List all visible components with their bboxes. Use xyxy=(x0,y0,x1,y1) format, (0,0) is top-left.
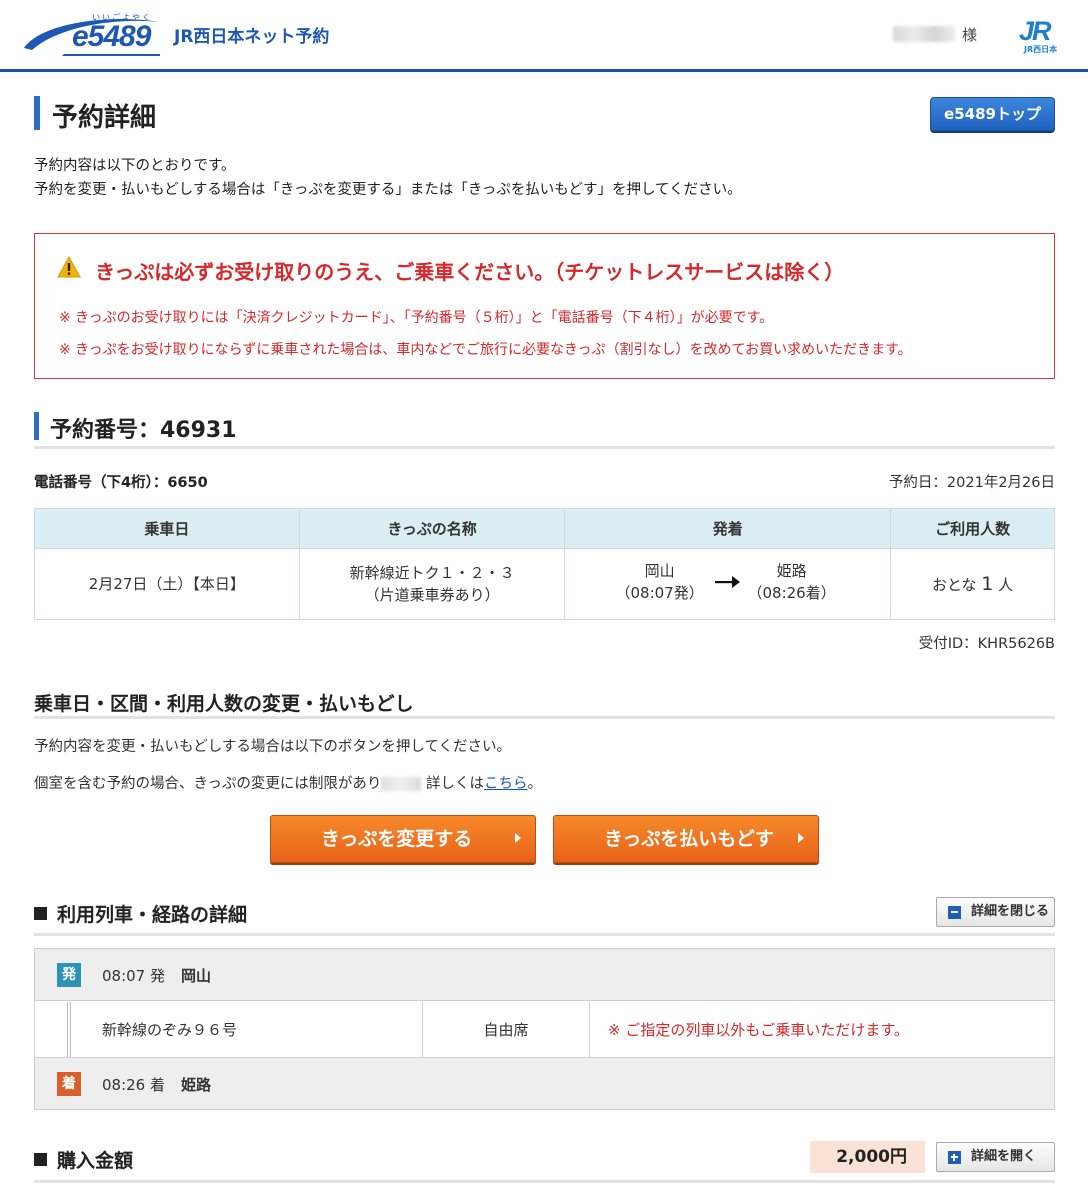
departure-station: 岡山 xyxy=(181,967,212,985)
arrival-time: 08:26 着 xyxy=(102,1076,165,1094)
cell-divider xyxy=(589,1002,590,1057)
col-header-date: 乗車日 xyxy=(34,508,300,549)
train-name: 新幹線のぞみ９６号 xyxy=(102,1021,238,1039)
open-details-label: 詳細を開く xyxy=(971,1149,1037,1164)
e5489-logo[interactable]: e5489 xyxy=(72,20,151,54)
passenger-count: おとな 1 人 xyxy=(890,548,1055,620)
purchase-amount-title: 購入金額 xyxy=(34,1146,133,1173)
title-accent-bar xyxy=(34,96,40,130)
divider xyxy=(34,716,1055,719)
phone-last4: 電話番号（下4桁）：6650 xyxy=(34,475,208,491)
jr-logo: JR xyxy=(1019,16,1051,46)
open-details-button[interactable]: 詳細を開く xyxy=(936,1142,1055,1172)
divider xyxy=(34,1180,1055,1183)
departure-row: 発 08:07 発 岡山 xyxy=(35,949,1054,1001)
passenger-number: 1 xyxy=(981,572,994,595)
intro-text: 予約内容は以下のとおりです。 予約を変更・払いもどしする場合は「きっぷを変更する… xyxy=(34,154,742,202)
divider xyxy=(34,446,1055,449)
ticket-table: 乗車日 きっぷの名称 発着 ご利用人数 2月27日（土）【本日】 新幹線近トク１… xyxy=(34,508,1055,620)
refund-ticket-label: きっぷを払いもどす xyxy=(604,828,774,850)
from-station: 岡山 xyxy=(644,562,675,580)
seat-type: 自由席 xyxy=(483,1021,529,1039)
col-header-ticket-name: きっぷの名称 xyxy=(298,508,566,549)
site-name[interactable]: JR西日本ネット予約 xyxy=(174,22,329,47)
refund-ticket-button[interactable]: きっぷを払いもどす xyxy=(553,815,819,863)
change-ticket-label: きっぷを変更する xyxy=(321,828,473,850)
col-header-route: 発着 xyxy=(564,508,892,549)
caret-right-icon xyxy=(798,833,804,843)
user-suffix: 様 xyxy=(962,26,978,44)
pickup-alert-box: きっぷは必ずお受け取りのうえ、ご乗車ください。（チケットレスサービスは除く） ※… xyxy=(34,233,1055,379)
reservation-date: 予約日：2021年2月26日 xyxy=(888,475,1055,491)
arrival-row: 着 08:26 着 姫路 xyxy=(35,1057,1054,1109)
page-title: 予約詳細 xyxy=(52,103,157,133)
route-line xyxy=(67,1002,71,1057)
route-detail-table: 発 08:07 発 岡山 新幹線のぞみ９６号 自由席 ※ ご指定の列車以外もご乗… xyxy=(34,948,1055,1110)
table-row: 2月27日（土）【本日】 新幹線近トク１・２・３ （片道乗車券あり） 岡山 （0… xyxy=(34,548,1055,620)
arrival-badge: 着 xyxy=(57,1072,81,1096)
route-to: 姫路 （08:26着） xyxy=(747,560,835,604)
passenger-type: おとな xyxy=(931,575,977,594)
ticket-name-line1: 新幹線近トク１・２・３ xyxy=(349,564,515,582)
minus-icon xyxy=(948,906,961,919)
intro-line-2: 予約を変更・払いもどしする場合は「きっぷを変更する」または「きっぷを払いもどす」… xyxy=(34,182,742,198)
caret-right-icon xyxy=(515,833,521,843)
alert-note-1: ※ きっぷのお受け取りには「決済クレジットカード」、「予約番号（５桁）」と「電話… xyxy=(59,310,774,326)
to-station: 姫路 xyxy=(776,562,807,580)
seat-note: ※ ご指定の列車以外もご乗車いただけます。 xyxy=(608,1021,909,1039)
route-cell: 岡山 （08:07発） 姫路 （08:26着） xyxy=(564,548,892,620)
to-time: （08:26着） xyxy=(747,584,836,602)
reservation-number: 予約番号：46931 xyxy=(50,418,237,443)
route: 岡山 （08:07発） 姫路 （08:26着） xyxy=(565,549,890,619)
departure-time: 08:07 発 xyxy=(102,967,165,985)
train-row: 新幹線のぞみ９６号 自由席 ※ ご指定の列車以外もご乗車いただけます。 xyxy=(35,1002,1054,1057)
divider xyxy=(34,933,1055,936)
user-name-redacted xyxy=(893,26,955,42)
arrow-right-icon xyxy=(715,576,741,588)
route-from: 岡山 （08:07発） xyxy=(615,560,703,604)
passenger-unit: 人 xyxy=(998,575,1014,594)
intro-line-1: 予約内容は以下のとおりです。 xyxy=(34,158,236,174)
boarding-date: 2月27日（土）【本日】 xyxy=(34,548,300,620)
arrival-station: 姫路 xyxy=(181,1076,212,1094)
jr-logo-sub: JR西日本 xyxy=(1024,45,1058,54)
receipt-id: 受付ID：KHR5626B xyxy=(918,636,1055,652)
section-accent-bar xyxy=(34,412,39,440)
change-ticket-button[interactable]: きっぷを変更する xyxy=(270,815,536,863)
col-header-people: ご利用人数 xyxy=(890,508,1055,549)
site-header: いいごよやく e5489 JR西日本ネット予約 様 JR JR西日本 xyxy=(0,0,1088,72)
notice-detail-prefix: 詳しくは xyxy=(426,776,485,792)
route-detail-title: 利用列車・経路の詳細 xyxy=(34,900,247,927)
notice-text: 個室を含む予約の場合、きっぷの変更には制限があり xyxy=(34,776,382,792)
private-room-notice: 個室を含む予約の場合、きっぷの変更には制限があり 詳しくはこちら。 xyxy=(34,772,542,793)
close-details-button[interactable]: 詳細を閉じる xyxy=(936,897,1055,927)
ticket-name: 新幹線近トク１・２・３ （片道乗車券あり） xyxy=(298,548,566,620)
warning-icon xyxy=(57,256,81,278)
details-link[interactable]: こちら xyxy=(484,776,528,792)
alert-title: きっぷは必ずお受け取りのうえ、ご乗車ください。（チケットレスサービスは除く） xyxy=(95,260,845,284)
departure-badge: 発 xyxy=(57,963,81,987)
change-instruction: 予約内容を変更・払いもどしする場合は以下のボタンを押してください。 xyxy=(34,739,512,755)
e5489-top-button[interactable]: e5489トップ xyxy=(930,97,1055,131)
ticket-name-line2: （片道乗車券あり） xyxy=(364,586,500,604)
alert-note-2: ※ きっぷをお受け取りにならずに乗車された場合は、車内などでご旅行に必要なきっぷ… xyxy=(59,342,912,358)
close-details-label: 詳細を閉じる xyxy=(971,904,1050,919)
change-section-title: 乗車日・区間・利用人数の変更・払いもどし xyxy=(34,693,414,715)
redacted-text xyxy=(381,777,422,791)
purchase-amount: 2,000円 xyxy=(810,1141,925,1173)
from-time: （08:07発） xyxy=(615,584,704,602)
notice-end: 。 xyxy=(527,776,543,792)
plus-icon xyxy=(948,1151,961,1164)
